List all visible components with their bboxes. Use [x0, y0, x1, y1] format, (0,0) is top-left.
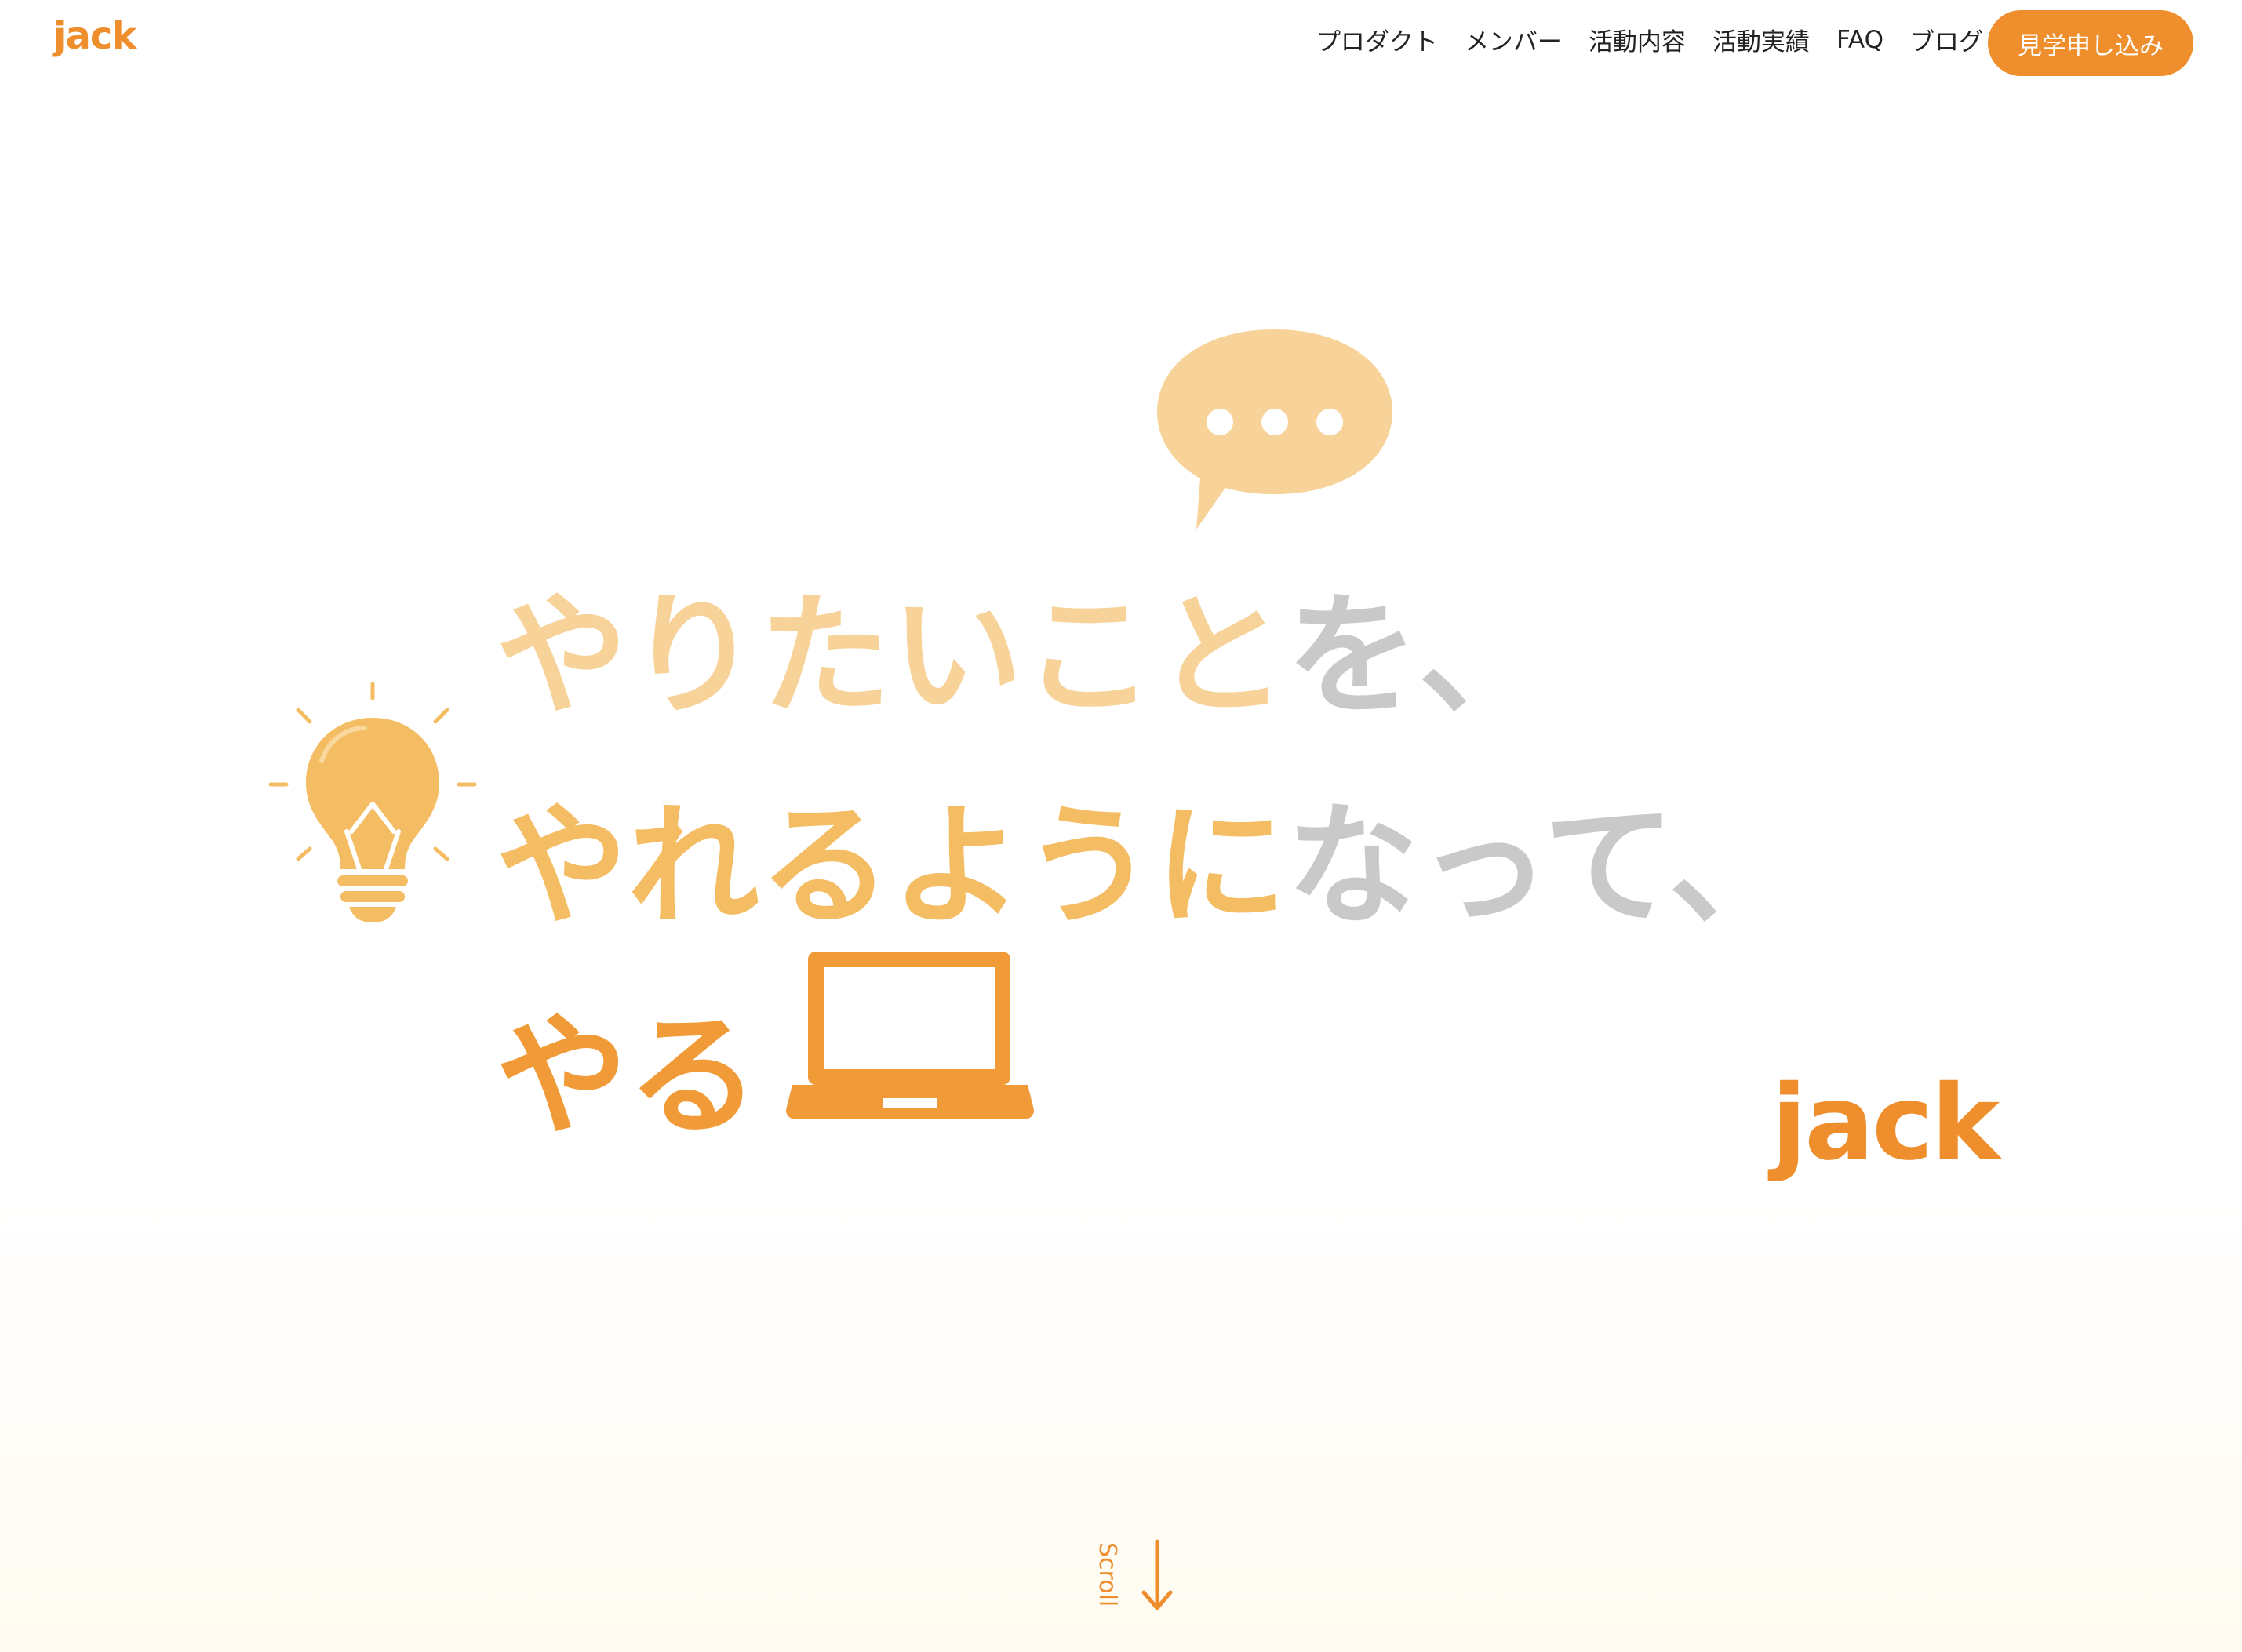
hero-text-segment: やれるように	[496, 789, 1287, 943]
hero-text-segment: やる	[496, 999, 759, 1153]
nav-item-products[interactable]: プロダクト	[1316, 22, 1438, 57]
visit-application-button[interactable]: 見学申し込み	[1988, 10, 2193, 76]
brand-wordmark: jack	[1771, 1063, 2000, 1184]
hero-headline-line3: やる	[496, 970, 759, 1153]
scroll-label: Scroll	[1094, 1542, 1121, 1607]
main-nav: プロダクト メンバー 活動内容 活動実績 FAQ ブログ	[1316, 22, 1983, 57]
site-header: jack プロダクト メンバー 活動内容 活動実績 FAQ ブログ 見学申し込み	[0, 0, 2242, 86]
hero-text-segment: なって、	[1287, 789, 1801, 943]
light-bulb-icon	[268, 682, 477, 922]
hero-text-segment: やりたいこと	[496, 579, 1287, 733]
nav-item-faq[interactable]: FAQ	[1836, 26, 1883, 54]
scroll-indicator[interactable]: Scroll	[1090, 1537, 1192, 1624]
laptop-icon	[786, 952, 1034, 1119]
speech-bubble-icon	[1157, 329, 1392, 529]
arrow-down-icon	[1141, 1539, 1173, 1610]
nav-item-blog[interactable]: ブログ	[1910, 22, 1983, 57]
nav-item-members[interactable]: メンバー	[1465, 22, 1562, 57]
hero-headline-line2: やれるように なって、	[496, 759, 1801, 943]
hero-text-segment: を、	[1287, 579, 1550, 733]
hero-headline-line1: やりたいこと を、	[496, 549, 1550, 733]
site-logo[interactable]: jack	[53, 14, 136, 58]
nav-item-achievements[interactable]: 活動実績	[1712, 22, 1810, 57]
nav-item-activities[interactable]: 活動内容	[1589, 22, 1686, 57]
